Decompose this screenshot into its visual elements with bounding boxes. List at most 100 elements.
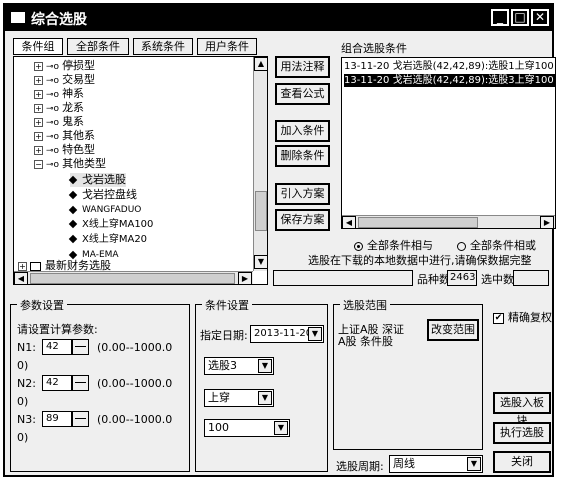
list-item[interactable]: 13-11-20 戈岩选股(42,42,89):选股1上穿100 [344,60,555,73]
tree-item[interactable]: + ⊸o 停损型 [34,59,95,73]
tab-all-conditions[interactable]: 全部条件 [67,38,129,55]
param-n2-input[interactable]: 42 [42,375,72,391]
range-title: 选股范围 [340,297,390,313]
tree-leaf[interactable]: 戈岩选股 [68,173,126,187]
condition-tree: + ⊸o 停损型 + ⊸o 交易型 + ⊸o 神系 + ⊸o 龙系 + ⊸o 鬼系 + ⊸o 其他系 +… [13,56,268,285]
scroll-thumb[interactable] [30,273,235,284]
param-range-tail: 0) [17,431,29,444]
tree-item[interactable]: − ⊸o 其他类型 [34,157,106,171]
tree-hscroll[interactable]: ◀ ▶ [14,271,253,284]
execute-button[interactable]: 执行选股 [493,422,551,444]
tree-item[interactable]: + ⊸o 龙系 [34,101,84,115]
tree-leaf[interactable]: X线上穿MA20 [68,233,147,247]
tab-user-conditions[interactable]: 用户条件 [197,38,257,55]
tree-item[interactable]: + ⊸o 交易型 [34,73,95,87]
tree-item[interactable]: + ⊸o 其他系 [34,129,95,143]
tree-leaf[interactable]: 戈岩控盘线 [68,188,137,202]
count-label: 品种数 [417,273,450,286]
import-plan-button[interactable]: 引入方案 [275,183,330,205]
count-value: 2463 [447,270,477,286]
selected-count-label: 选中数 [481,273,514,286]
param-n3-input[interactable]: 89 [42,411,72,427]
change-range-button[interactable]: 改变范围 [427,319,479,341]
minimize-icon[interactable]: _ [491,9,509,26]
param-n1-input[interactable]: 42 [42,339,72,355]
diamond-icon [68,234,78,244]
scroll-left-icon[interactable]: ◀ [14,272,28,284]
select-operator[interactable]: 上穿 ▼ [204,389,274,407]
save-plan-button[interactable]: 保存方案 [275,209,330,231]
expand-icon[interactable]: + [34,103,43,113]
diamond-icon [68,205,78,214]
expand-icon[interactable]: + [18,261,27,271]
tree-leaf[interactable]: X线上穿MA100 [68,218,153,232]
params-group: 参数设置 请设置计算参数: N1: 42 (0.00--1000.0 0) N2… [10,297,190,472]
scroll-left-icon[interactable]: ◀ [342,216,356,228]
expand-icon[interactable]: + [34,89,43,99]
radio-and-icon[interactable] [354,241,363,251]
tree-item[interactable]: + ⊸o 特色型 [34,143,95,157]
check-icon[interactable]: ✔ [493,312,504,324]
radio-or[interactable]: 全部条件相或 [457,237,536,253]
param-range: (0.00--1000.0 [97,341,173,354]
scroll-thumb[interactable] [255,191,267,231]
scroll-right-icon[interactable]: ▶ [540,216,554,228]
condition-settings-group: 条件设置 指定日期: 2013-11-20 ▼ 选股3 ▼ 上穿 ▼ 100 ▼ [195,297,328,472]
tree-vscroll[interactable]: ▲ ▼ [253,57,267,271]
date-picker[interactable]: 2013-11-20 ▼ [250,325,324,343]
select-value[interactable]: 100 ▼ [204,419,290,437]
chevron-down-icon[interactable]: ▼ [258,359,272,373]
collapse-icon[interactable]: − [34,159,43,169]
expand-icon[interactable]: + [34,75,43,85]
close-icon[interactable]: ✕ [531,9,549,26]
diamond-icon [68,250,78,259]
range-text: A股 条件股 [338,335,394,348]
radio-and[interactable]: 全部条件相与 [354,237,433,253]
tree-item[interactable]: + ⊸o 神系 [34,87,84,101]
tab-system-conditions[interactable]: 系统条件 [133,38,193,55]
chevron-down-icon[interactable]: ▼ [274,421,288,435]
delete-condition-button[interactable]: 删除条件 [275,145,330,167]
expand-icon[interactable]: + [34,117,43,127]
param-label: N2: [17,377,36,390]
tree-item[interactable]: + ⊸o 鬼系 [34,115,84,129]
select-output[interactable]: 选股3 ▼ [204,357,274,375]
window-title: 综合选股 [31,12,87,28]
exact-restore-checkbox[interactable]: ✔ 精确复权 [493,309,552,325]
key-icon: ⊸o [46,104,60,114]
chevron-down-icon[interactable]: ▼ [258,391,272,405]
scroll-right-icon[interactable]: ▶ [238,272,252,284]
combo-hscroll[interactable]: ◀ ▶ [342,215,555,228]
usage-button[interactable]: 用法注释 [275,56,330,78]
data-note: 选股在下载的本地数据中进行,请确保数据完整 [308,254,532,267]
period-select[interactable]: 周线 ▼ [389,455,483,473]
tree-leaf[interactable]: WANGFADUO [68,203,141,217]
close-button[interactable]: 关闭 [493,451,551,473]
to-sector-button[interactable]: 选股入板块 [493,392,551,427]
spin-icon[interactable] [72,411,89,427]
scroll-down-icon[interactable]: ▼ [254,255,267,269]
add-condition-button[interactable]: 加入条件 [275,120,330,142]
spin-icon[interactable] [72,339,89,355]
tab-condition-group[interactable]: 条件组 [13,38,63,55]
chevron-down-icon[interactable]: ▼ [308,327,322,341]
key-icon: ⊸o [46,160,60,170]
maximize-icon[interactable]: □ [511,9,529,26]
title-bar: 综合选股 _ □ ✕ [5,5,552,31]
key-icon: ⊸o [46,90,60,100]
scroll-up-icon[interactable]: ▲ [254,57,267,71]
list-item[interactable]: 13-11-20 戈岩选股(42,42,89):选股3上穿100 [344,74,555,87]
date-label: 指定日期: [200,329,248,342]
param-range: (0.00--1000.0 [97,413,173,426]
spin-icon[interactable] [72,375,89,391]
param-range-tail: 0) [17,395,29,408]
expand-icon[interactable]: + [34,61,43,71]
expand-icon[interactable]: + [34,131,43,141]
param-label: N1: [17,341,36,354]
expand-icon[interactable]: + [34,145,43,155]
view-formula-button[interactable]: 查看公式 [275,83,330,105]
chevron-down-icon[interactable]: ▼ [467,457,481,471]
combo-condition-list[interactable]: 13-11-20 戈岩选股(42,42,89):选股1上穿100 13-11-2… [341,57,556,229]
radio-or-icon[interactable] [457,241,466,251]
scroll-thumb[interactable] [358,217,478,228]
